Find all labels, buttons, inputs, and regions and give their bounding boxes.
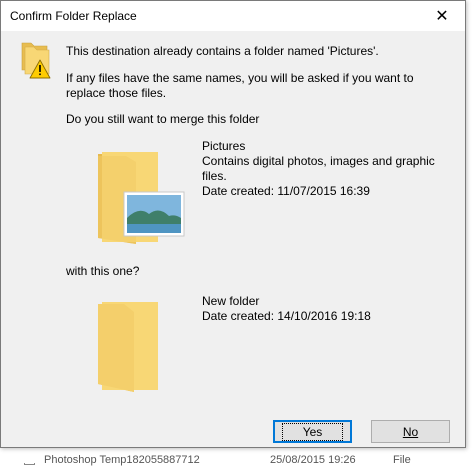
close-icon: ✕ <box>435 8 449 25</box>
source-folder-date: Date created: 11/07/2015 16:39 <box>202 184 370 198</box>
message-replace-files: If any files have the same names, you wi… <box>66 71 414 100</box>
background-file-name: Photoshop Temp182055887712 <box>44 454 200 466</box>
destination-folder-date: Date created: 14/10/2016 19:18 <box>202 309 371 323</box>
no-button-label: No <box>402 424 419 439</box>
background-file-type: File <box>393 454 411 466</box>
destination-folder-name: New folder <box>202 294 260 308</box>
yes-button[interactable]: Yes <box>273 420 352 443</box>
message-destination-exists: This destination already contains a fold… <box>66 44 379 58</box>
message-merge-question: Do you still want to merge this folder <box>66 112 260 126</box>
dialog-titlebar[interactable]: Confirm Folder Replace ✕ <box>1 1 465 31</box>
with-this-one-label: with this one? <box>66 264 140 278</box>
source-folder-name: Pictures <box>202 139 246 153</box>
background-file-date: 25/08/2015 19:26 <box>270 454 356 466</box>
folder-icon <box>98 302 158 392</box>
yes-button-label: Yes <box>281 422 344 441</box>
destination-folder-option[interactable]: New folder Date created: 14/10/2016 19:1… <box>81 285 463 397</box>
folder-warning-icon <box>21 42 51 79</box>
close-button[interactable]: ✕ <box>419 1 465 31</box>
background-file-row[interactable]: Photoshop Temp182055887712 25/08/2015 19… <box>0 448 474 466</box>
dialog-title: Confirm Folder Replace <box>10 9 137 23</box>
source-folder-option[interactable]: Pictures Contains digital photos, images… <box>81 131 463 253</box>
source-folder-info: Pictures Contains digital photos, images… <box>202 139 462 199</box>
pictures-folder-icon <box>98 152 185 244</box>
source-folder-description: Contains digital photos, images and grap… <box>202 154 435 183</box>
no-button[interactable]: No <box>371 420 450 443</box>
destination-folder-info: New folder Date created: 14/10/2016 19:1… <box>202 294 371 324</box>
confirm-folder-replace-dialog: Confirm Folder Replace ✕ This destinatio… <box>0 0 466 448</box>
